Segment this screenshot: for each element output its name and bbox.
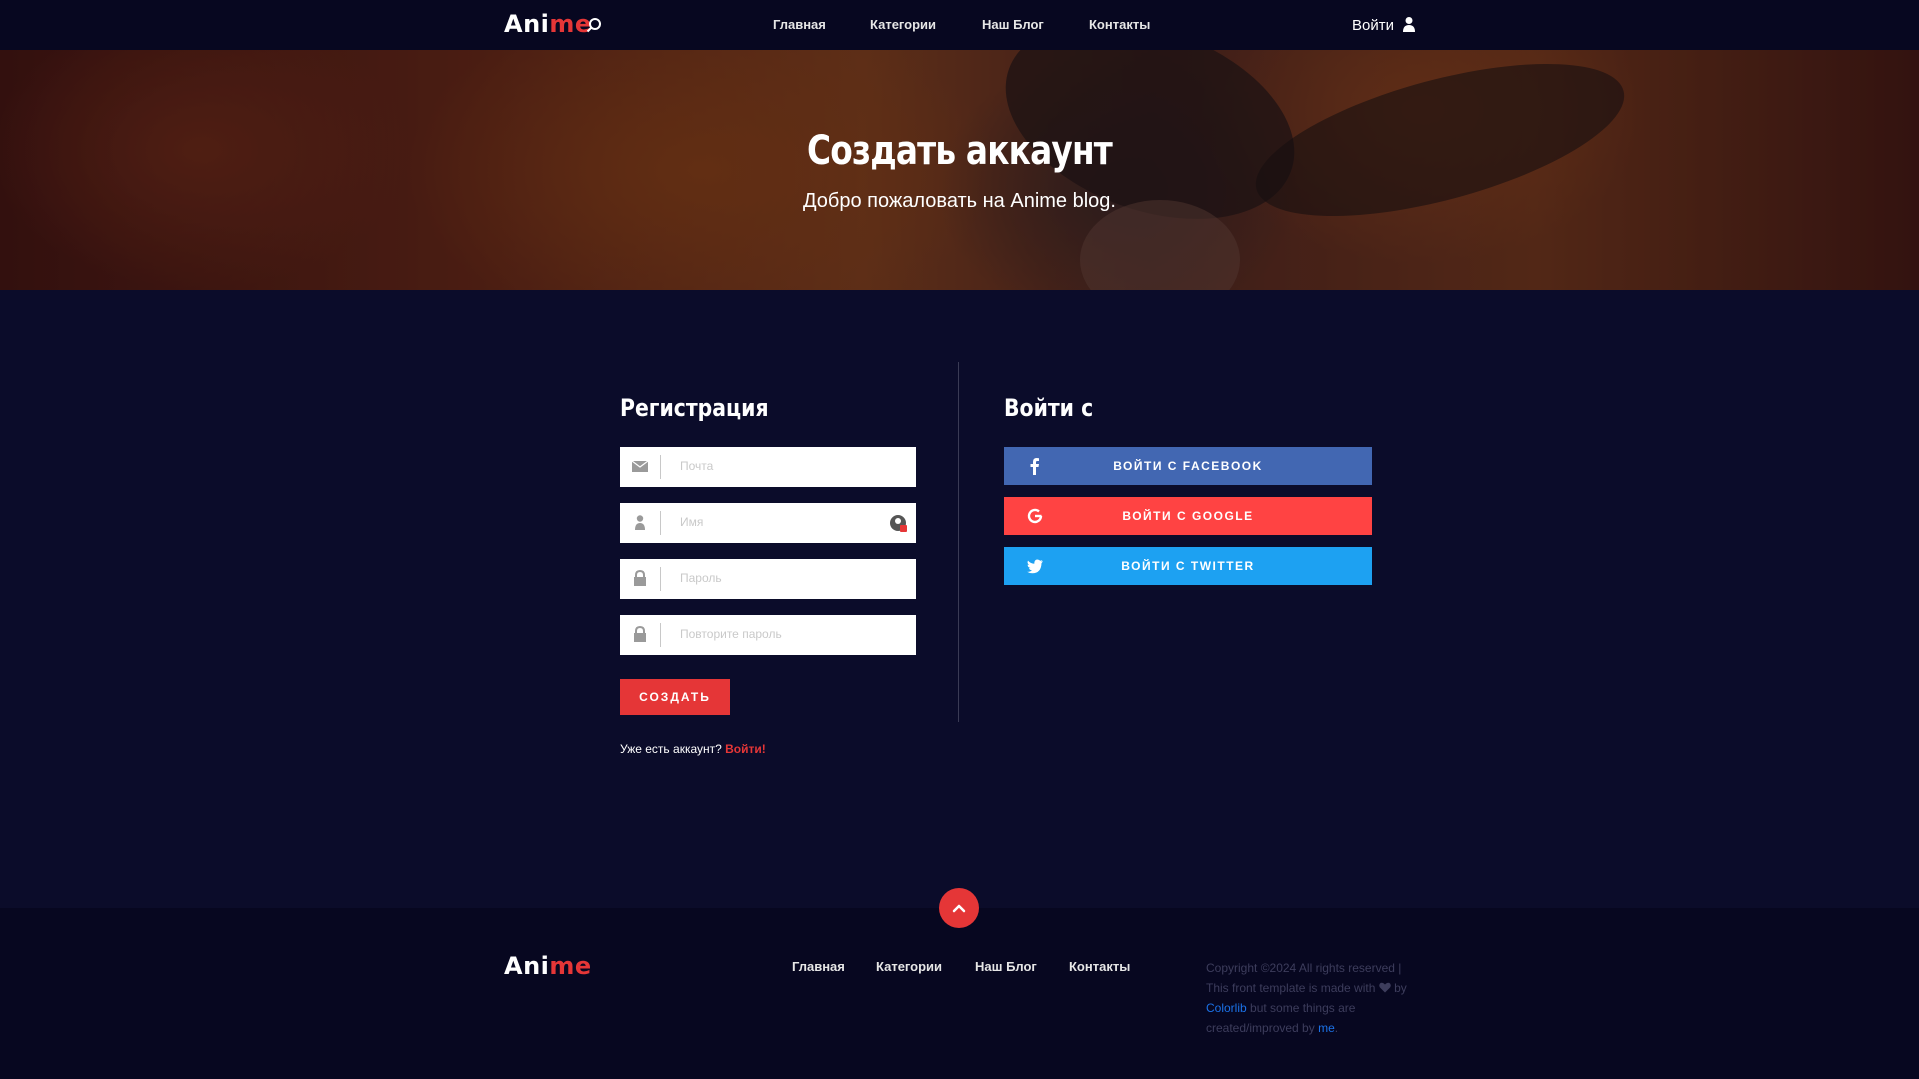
section-divider [958, 362, 959, 722]
header-login-link[interactable]: Войти [1352, 17, 1394, 34]
lock-icon [634, 626, 646, 642]
lock-icon [634, 570, 646, 586]
field-separator [660, 511, 661, 535]
colorlib-link[interactable]: Colorlib [1206, 1001, 1247, 1015]
user-icon [635, 515, 645, 530]
repeat-password-field[interactable]: Повторите пароль [620, 615, 916, 655]
nav-contacts[interactable]: Контакты [1089, 17, 1150, 32]
heart-icon [1379, 982, 1391, 993]
scroll-to-top-button[interactable] [939, 888, 979, 928]
register-title: Регистрация [620, 394, 769, 422]
twitter-login-button[interactable]: ВОЙТИ С TWITTER [1004, 547, 1372, 585]
footer-logo[interactable]: Anime [504, 952, 592, 980]
login-with-title: Войти с [1004, 394, 1094, 422]
top-header: Anime Главная Категории Наш Блог Контакт… [0, 0, 1919, 50]
site-logo[interactable]: Anime [504, 10, 592, 38]
chevron-up-icon [952, 904, 966, 913]
password-manager-icon[interactable] [888, 513, 908, 533]
envelope-icon [632, 460, 648, 472]
twitter-icon [1027, 559, 1043, 574]
footer-nav-contacts[interactable]: Контакты [1069, 959, 1130, 974]
email-field[interactable]: Почта [620, 447, 916, 487]
footer-nav-home[interactable]: Главная [792, 959, 845, 974]
copyright-text: Copyright ©2024 All rights reserved | Th… [1206, 961, 1407, 1035]
field-separator [660, 455, 661, 479]
name-placeholder: Имя [680, 515, 704, 529]
nav-blog[interactable]: Наш Блог [982, 17, 1044, 32]
nav-categories[interactable]: Категории [870, 17, 936, 32]
password-field[interactable]: Пароль [620, 559, 916, 599]
facebook-login-button[interactable]: ВОЙТИ С FACEBOOK [1004, 447, 1372, 485]
page-title: Создать аккаунт [806, 128, 1113, 174]
footer-nav-blog[interactable]: Наш Блог [975, 959, 1037, 974]
google-icon [1027, 508, 1043, 524]
login-link[interactable]: Войти! [725, 742, 766, 756]
name-field[interactable]: Имя [620, 503, 916, 543]
field-separator [660, 567, 661, 591]
hero-banner: Создать аккаунт Добро пожаловать на Anim… [0, 50, 1919, 290]
footer: Anime Главная Категории Наш Блог Контакт… [0, 908, 1919, 1079]
me-link[interactable]: me [1318, 1021, 1335, 1035]
nav-home[interactable]: Главная [773, 17, 826, 32]
already-have-account: Уже есть аккаунт? Войти! [620, 742, 766, 756]
email-placeholder: Почта [680, 459, 714, 473]
field-separator [660, 623, 661, 647]
user-icon[interactable] [1402, 16, 1416, 33]
footer-nav-categories[interactable]: Категории [876, 959, 942, 974]
create-account-button[interactable]: СОЗДАТЬ [620, 679, 730, 715]
search-icon[interactable] [586, 17, 602, 33]
facebook-icon [1030, 458, 1039, 475]
google-login-button[interactable]: ВОЙТИ С GOOGLE [1004, 497, 1372, 535]
repeat-password-placeholder: Повторите пароль [680, 627, 782, 641]
password-placeholder: Пароль [680, 571, 722, 585]
page-subtitle: Добро пожаловать на Anime blog. [803, 190, 1116, 212]
